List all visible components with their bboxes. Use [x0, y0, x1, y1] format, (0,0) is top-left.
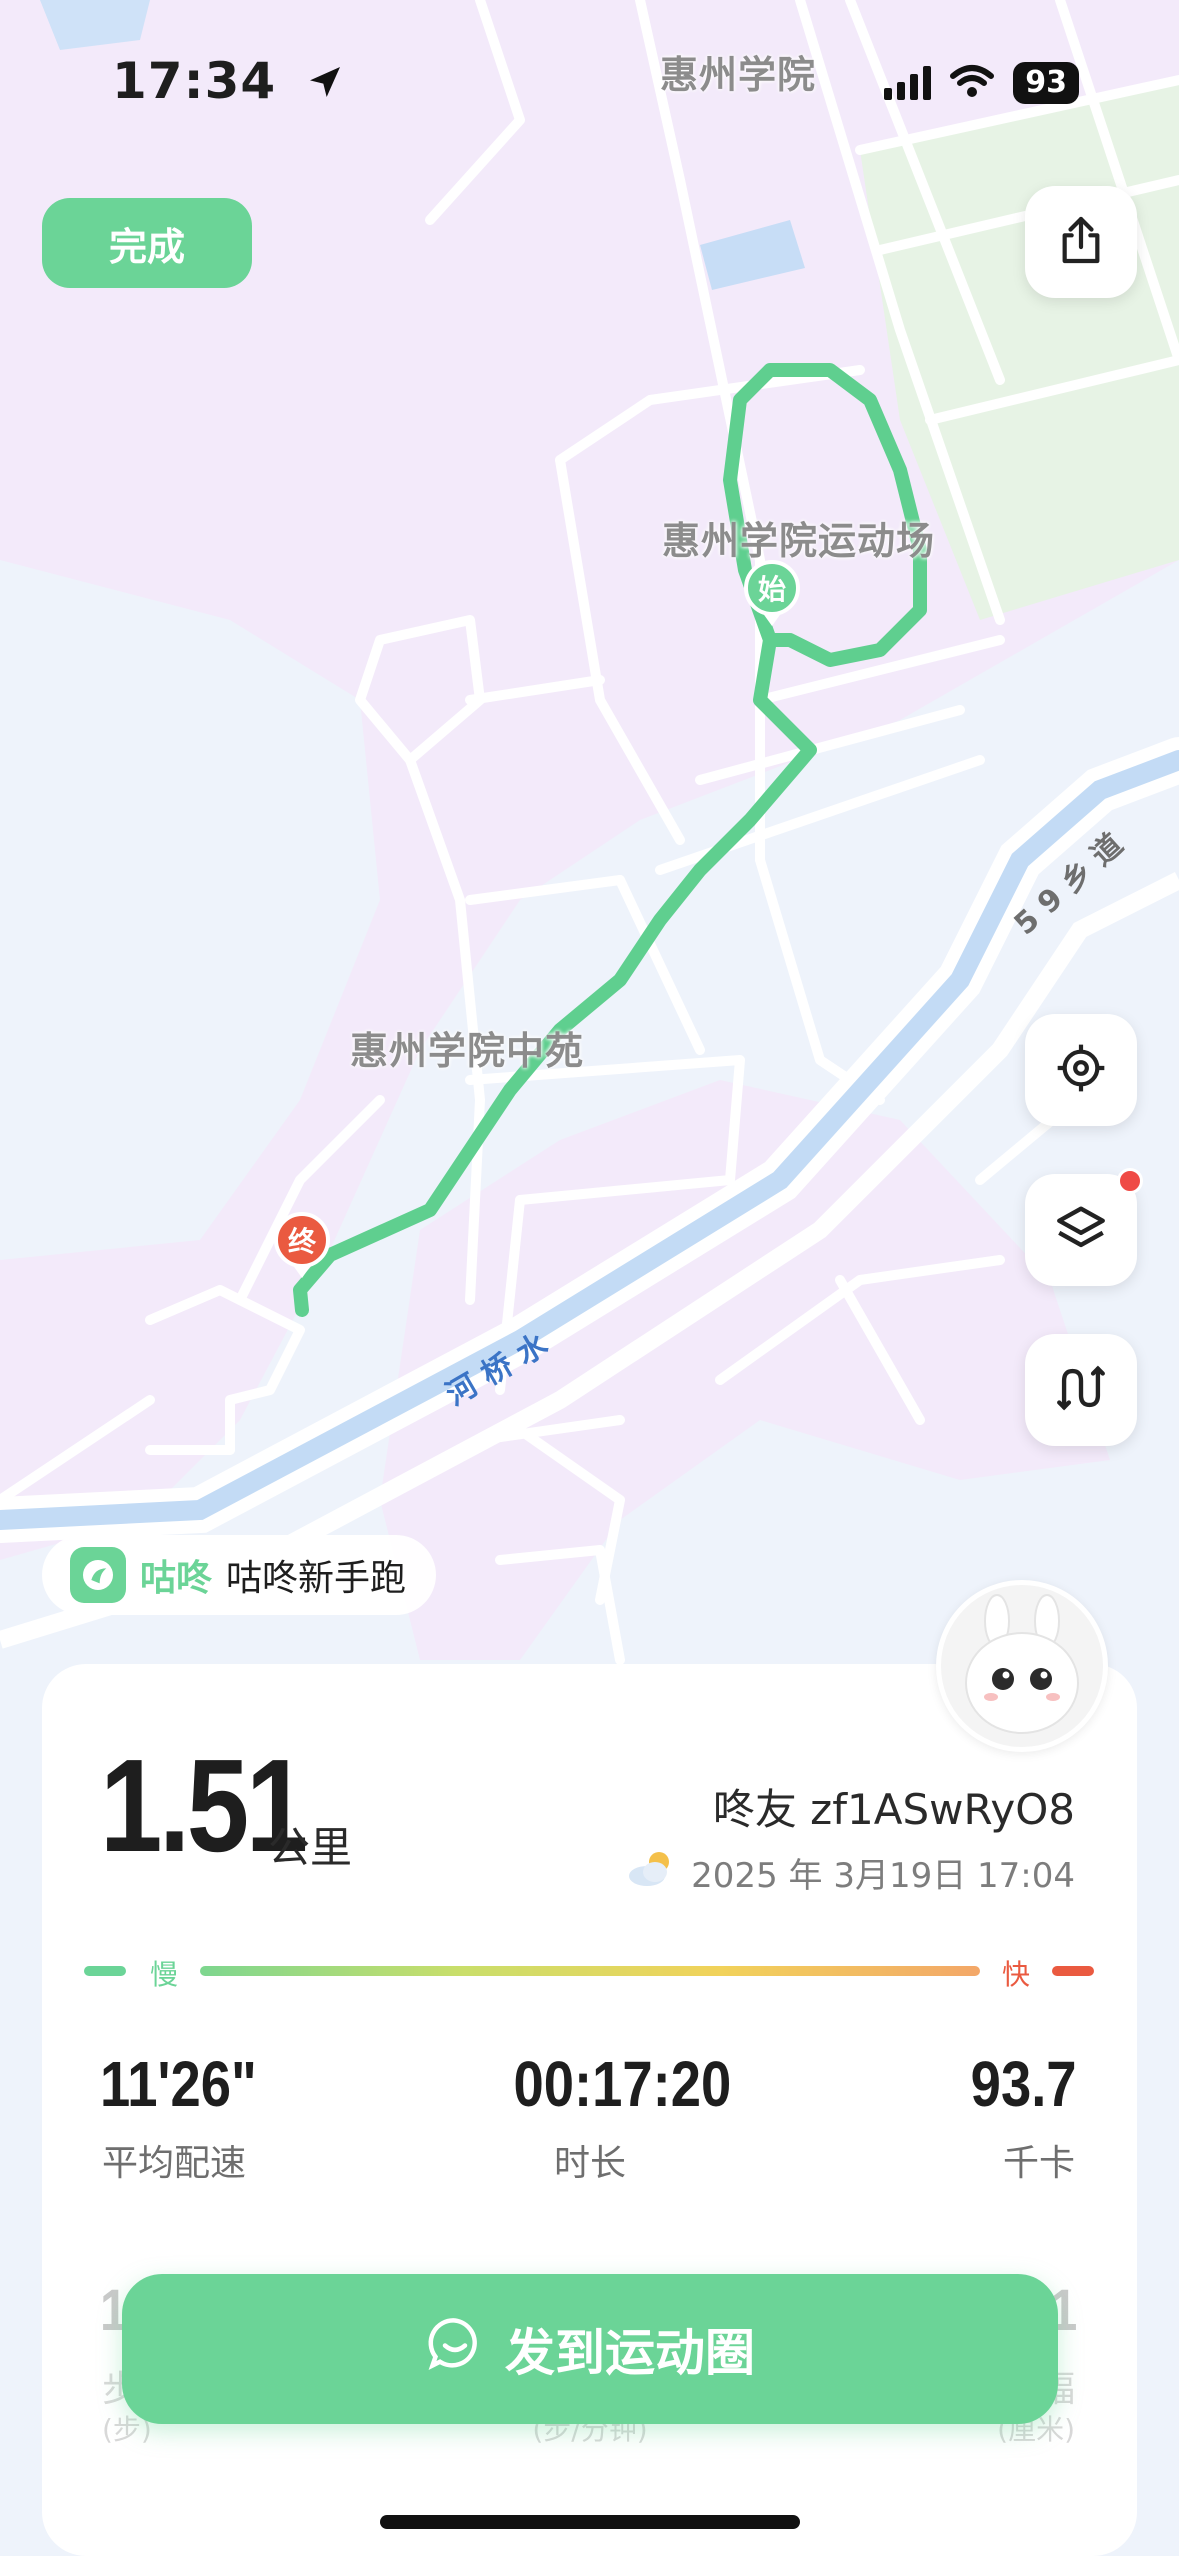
username: 咚友 zf1ASwRyO8 — [712, 1785, 1075, 1834]
calories-value: 93.7 — [971, 2048, 1077, 2120]
map-label-garden: 惠州学院中苑 — [350, 1029, 585, 1073]
battery-indicator: 93 — [1013, 62, 1079, 104]
notification-dot — [1117, 1168, 1143, 1194]
route-trend-button[interactable] — [1025, 1334, 1137, 1446]
duration-label: 时长 — [553, 2143, 626, 2184]
route-start-marker[interactable]: 始 — [744, 560, 800, 626]
route-end-marker[interactable]: 终 — [274, 1212, 330, 1278]
status-time: 17:34 — [112, 52, 345, 114]
avg-pace-value: 11'26" — [100, 2048, 257, 2120]
brand-name: 咕咚 — [140, 1558, 213, 1599]
distance-unit: 公里 — [268, 1823, 353, 1872]
share-icon — [1053, 212, 1109, 272]
brand-tag: 咕咚新手跑 — [226, 1558, 407, 1599]
map-label-campus: 惠州学院 — [660, 53, 817, 97]
route-curve-icon — [1052, 1359, 1110, 1421]
cellular-signal-icon — [884, 66, 932, 100]
pace-gradient-bar — [200, 1966, 980, 1976]
status-time-text: 17:34 — [112, 52, 277, 110]
post-to-feed-button[interactable]: 发到运动圈 — [122, 2274, 1058, 2424]
status-indicators: 93 — [884, 62, 1079, 104]
pace-slow-label: 慢 — [150, 1958, 179, 1991]
pace-fast-label: 快 — [1002, 1958, 1031, 1991]
workout-datetime: 2025 年 3月19日 17:04 — [625, 1848, 1075, 1897]
layers-icon — [1052, 1199, 1110, 1261]
pace-slow-swatch — [84, 1966, 126, 1976]
share-export-button[interactable] — [1025, 186, 1137, 298]
crosshair-icon — [1053, 1040, 1109, 1100]
wifi-icon — [949, 64, 995, 102]
home-indicator[interactable] — [380, 2515, 800, 2529]
chat-bubble-icon — [425, 2313, 485, 2385]
pace-fast-swatch — [1052, 1966, 1094, 1976]
codoon-logo-icon — [70, 1547, 126, 1603]
calories-label: 千卡 — [1002, 2143, 1075, 2184]
map-layers-button[interactable] — [1025, 1168, 1143, 1286]
locate-button[interactable] — [1025, 1014, 1137, 1126]
map-label-stadium: 惠州学院运动场 — [662, 519, 936, 563]
partly-cloudy-icon — [625, 1848, 677, 1897]
duration-value: 00:17:20 — [513, 2048, 732, 2120]
done-button[interactable]: 完成 — [42, 198, 252, 288]
datetime-text: 2025 年 3月19日 17:04 — [691, 1856, 1075, 1896]
post-to-feed-label: 发到运动圈 — [505, 2324, 755, 2382]
avatar[interactable] — [936, 1580, 1108, 1752]
brand-badge: 咕咚 咕咚新手跑 — [42, 1535, 437, 1615]
avg-pace-label: 平均配速 — [102, 2143, 247, 2184]
location-arrow-icon — [305, 56, 345, 114]
